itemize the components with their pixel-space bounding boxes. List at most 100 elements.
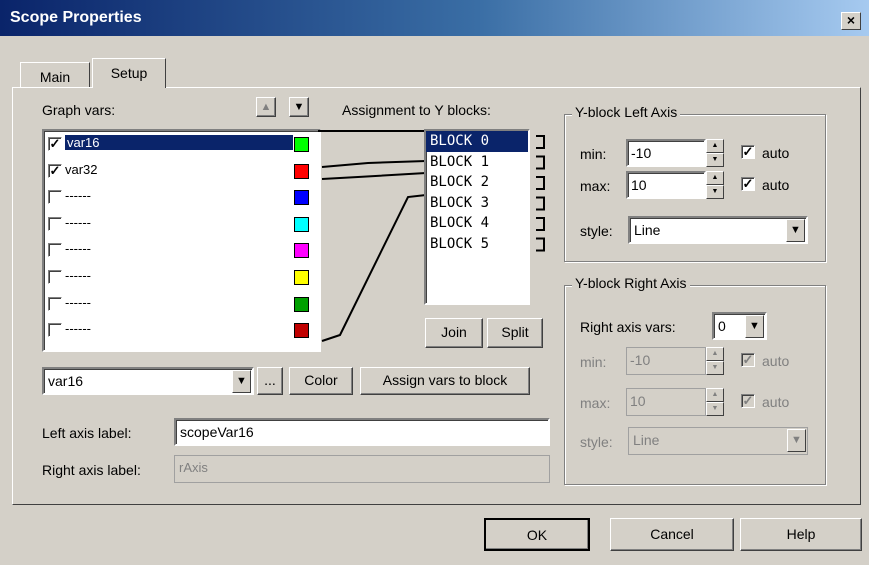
var-name: ------	[65, 214, 91, 230]
var-list-item[interactable]: ------	[44, 184, 319, 211]
blocks-list[interactable]: BLOCK 0 BLOCK 1 BLOCK 2 BLOCK 3 BLOCK 4 BLOCK…	[424, 129, 530, 305]
var-checkbox[interactable]: ✓	[48, 163, 62, 178]
chevron-down-icon[interactable]: ▼	[786, 219, 805, 242]
block-list-item[interactable]: BLOCK 0	[426, 131, 528, 152]
var-checkbox[interactable]	[48, 243, 62, 258]
var-list-item[interactable]: ✓ var32	[44, 158, 319, 185]
var-color-swatch[interactable]	[294, 243, 309, 259]
left-axis-label: Left axis label:	[42, 425, 132, 441]
right-min-label: min:	[580, 354, 607, 370]
var-name: ------	[65, 188, 91, 204]
left-axis-group-title: Y-block Left Axis	[572, 104, 681, 120]
var-color-swatch[interactable]	[294, 296, 309, 312]
window-title: Scope Properties	[10, 9, 142, 26]
var-name: var16	[65, 135, 293, 150]
left-style-select[interactable]: Line ▼	[628, 216, 808, 244]
link-var32-block2	[321, 172, 427, 180]
var-checkbox[interactable]	[48, 190, 62, 205]
block-brackets	[536, 135, 545, 252]
block-bracket	[536, 196, 545, 211]
tab-setup[interactable]: Setup	[92, 58, 166, 88]
var-list-item[interactable]: ✓ var16	[44, 131, 319, 158]
close-button[interactable]: ×	[841, 12, 861, 30]
var-checkbox[interactable]	[48, 216, 62, 231]
block-bracket	[536, 155, 545, 170]
split-button[interactable]: Split	[487, 318, 543, 348]
assign-vars-button[interactable]: Assign vars to block	[360, 367, 530, 395]
right-max-auto-label: auto	[762, 394, 790, 410]
var-color-swatch[interactable]	[294, 163, 309, 179]
left-style-label: style:	[580, 223, 613, 239]
right-min-input[interactable]: -10	[626, 347, 706, 375]
right-axis-group	[564, 285, 826, 485]
cancel-button[interactable]: Cancel	[610, 518, 734, 551]
chevron-down-icon[interactable]: ▼	[232, 370, 251, 393]
assignment-label: Assignment to Y blocks:	[342, 102, 491, 118]
var-color-swatch[interactable]	[294, 323, 309, 339]
var-select-value: var16	[48, 373, 84, 389]
chevron-down-icon[interactable]: ▼	[787, 429, 806, 452]
left-axis-input[interactable]: scopeVar16	[174, 418, 550, 446]
right-vars-label: Right axis vars:	[580, 319, 676, 335]
tab-main[interactable]: Main	[20, 62, 90, 88]
right-style-select[interactable]: Line ▼	[628, 427, 808, 455]
block-list-item[interactable]: BLOCK 4	[426, 213, 528, 234]
link-var-block3	[321, 194, 427, 342]
graph-vars-list[interactable]: ✓ var16 ✓ var32 ------ ------ ------ ------ ----…	[42, 129, 321, 352]
right-min-auto-label: auto	[762, 353, 790, 369]
var-color-swatch[interactable]	[294, 216, 309, 232]
var-name: var32	[65, 161, 98, 177]
var-list-item[interactable]: ------	[44, 211, 319, 238]
join-button[interactable]: Join	[425, 318, 483, 348]
var-checkbox[interactable]	[48, 323, 62, 338]
right-max-label: max:	[580, 395, 611, 411]
graph-vars-label: Graph vars:	[42, 102, 116, 118]
block-bracket	[536, 176, 545, 190]
block-list-item[interactable]: BLOCK 3	[426, 193, 528, 214]
block-list-item[interactable]: BLOCK 1	[426, 152, 528, 173]
block-bracket	[536, 135, 545, 149]
var-checkbox[interactable]: ✓	[48, 137, 62, 151]
arrow-down-icon: ▼	[293, 101, 305, 113]
left-max-auto-checkbox[interactable]: ✓	[741, 177, 755, 191]
left-min-spinner[interactable]: ▲ ▼	[706, 139, 724, 167]
left-min-label: min:	[580, 146, 607, 162]
right-axis-input[interactable]: rAxis	[174, 455, 550, 483]
left-max-spinner[interactable]: ▲ ▼	[706, 171, 724, 199]
var-color-swatch[interactable]	[294, 137, 309, 152]
left-max-input[interactable]: 10	[626, 171, 706, 199]
var-select[interactable]: var16 ▼	[42, 367, 254, 395]
right-min-auto-checkbox[interactable]: ✓	[741, 353, 755, 367]
move-down-button[interactable]: ▼	[289, 97, 309, 117]
left-max-label: max:	[580, 178, 611, 194]
var-list-item[interactable]: ------	[44, 291, 319, 318]
help-button[interactable]: Help	[740, 518, 862, 551]
var-color-swatch[interactable]	[294, 269, 309, 285]
right-max-auto-checkbox[interactable]: ✓	[741, 394, 755, 408]
chevron-down-icon[interactable]: ▼	[745, 315, 764, 338]
right-min-spinner[interactable]: ▲ ▼	[706, 347, 724, 375]
var-list-item[interactable]: ------	[44, 264, 319, 291]
move-up-button[interactable]: ▲	[256, 97, 276, 117]
left-max-auto-label: auto	[762, 177, 790, 193]
arrow-up-icon: ▲	[260, 101, 272, 113]
ok-button[interactable]: OK	[484, 518, 590, 551]
var-checkbox[interactable]	[48, 269, 62, 284]
assignment-lines	[318, 130, 427, 342]
block-list-item[interactable]: BLOCK 5	[426, 234, 528, 255]
var-list-item[interactable]: ------	[44, 317, 319, 344]
right-vars-select[interactable]: 0 ▼	[712, 312, 767, 340]
block-list-item[interactable]: BLOCK 2	[426, 172, 528, 193]
color-button[interactable]: Color	[289, 367, 353, 395]
link-var32-block1	[321, 160, 427, 168]
right-max-spinner[interactable]: ▲ ▼	[706, 388, 724, 416]
right-max-input[interactable]: 10	[626, 388, 706, 416]
var-list-item[interactable]: ------	[44, 237, 319, 264]
left-min-input[interactable]: -10	[626, 139, 706, 167]
left-min-auto-checkbox[interactable]: ✓	[741, 145, 755, 159]
var-color-swatch[interactable]	[294, 190, 309, 206]
left-min-auto-label: auto	[762, 145, 790, 161]
var-checkbox[interactable]	[48, 296, 62, 311]
var-name: ------	[65, 267, 91, 283]
ellipsis-button[interactable]: ...	[257, 367, 283, 395]
